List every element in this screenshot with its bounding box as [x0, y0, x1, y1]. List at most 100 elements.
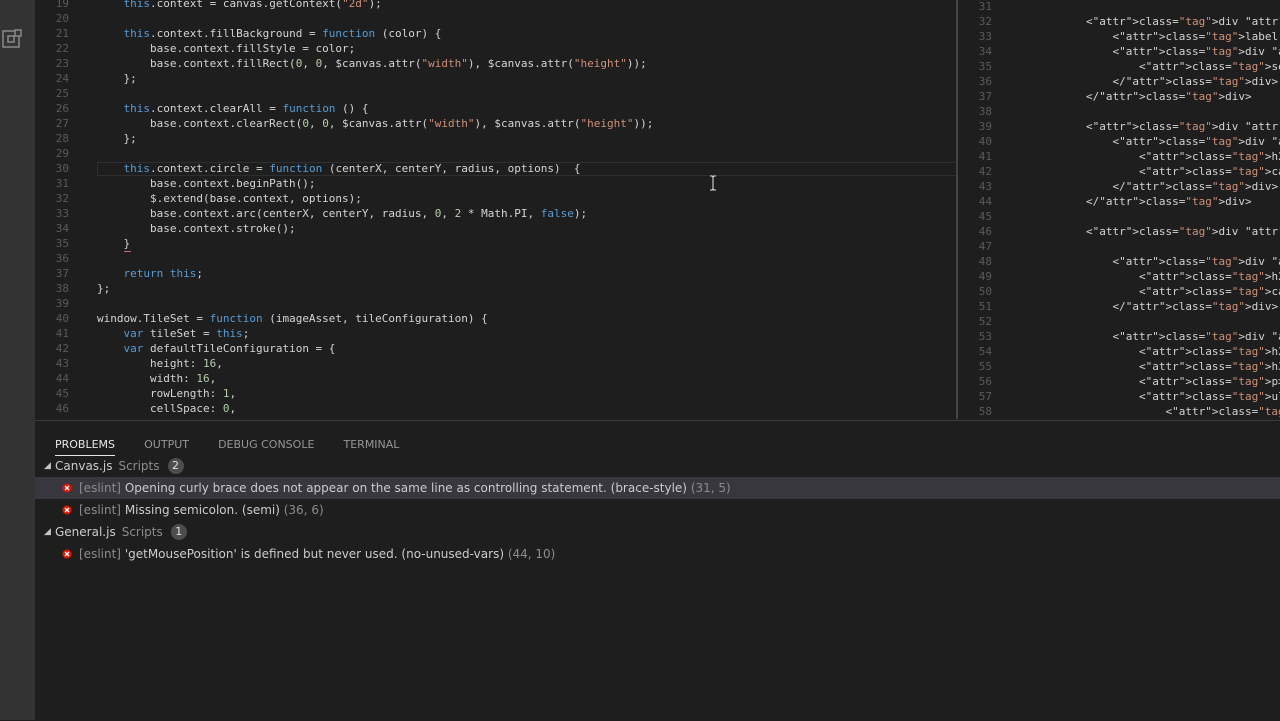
- tab-debug-console[interactable]: DEBUG CONSOLE: [218, 437, 314, 453]
- line-number: 54: [978, 345, 992, 358]
- code-line[interactable]: 29: [35, 146, 956, 161]
- line-number: 28: [55, 132, 69, 145]
- code-line[interactable]: 24 };: [35, 71, 956, 86]
- tab-problems[interactable]: PROBLEMS: [55, 437, 116, 456]
- line-number: 36: [55, 252, 69, 265]
- code-line[interactable]: 43 height: 16,: [35, 356, 956, 371]
- code-line[interactable]: 33 base.context.arc(centerX, centerY, ra…: [35, 206, 956, 221]
- code-text: <"attr">class="tag">div "attr">class="co…: [1033, 330, 1280, 343]
- code-line[interactable]: 40 <"attr">class="tag">div "attr">class=…: [958, 134, 1280, 149]
- line-number: 21: [55, 27, 69, 40]
- code-line[interactable]: 22 base.context.fillStyle = color;: [35, 41, 956, 56]
- code-line[interactable]: 20: [35, 11, 956, 26]
- code-line[interactable]: 27 base.context.clearRect(0, 0, $canvas.…: [35, 116, 956, 131]
- code-text: <"attr">class="tag">canvas "attr">id="ma…: [1033, 165, 1280, 178]
- code-line[interactable]: 54 <"attr">class="tag">h2>Toolkit</"attr…: [958, 344, 1280, 359]
- code-line[interactable]: 39: [35, 296, 956, 311]
- extensions-icon[interactable]: [1, 28, 23, 50]
- code-text: <"attr">class="tag">div "attr">class="co…: [1033, 255, 1280, 268]
- problem-location: (44, 10): [507, 547, 556, 561]
- problem-row[interactable]: [eslint] 'getMousePosition' is defined b…: [35, 543, 1280, 565]
- code-line[interactable]: 32 <"attr">class="tag">div "attr">class=…: [958, 14, 1280, 29]
- code-line[interactable]: 26 this.context.clearAll = function () {: [35, 101, 956, 116]
- code-line[interactable]: 34 <"attr">class="tag">div "attr">class=…: [958, 44, 1280, 59]
- editor-right-pane[interactable]: 3132 <"attr">class="tag">div "attr">clas…: [958, 0, 1280, 419]
- code-line[interactable]: 46 <"attr">class="tag">div "attr">class=…: [958, 224, 1280, 239]
- code-line[interactable]: 25: [35, 86, 956, 101]
- problem-row[interactable]: [eslint] Opening curly brace does not ap…: [35, 477, 1280, 499]
- code-line[interactable]: 21 this.context.fillBackground = functio…: [35, 26, 956, 41]
- code-line[interactable]: 52: [958, 314, 1280, 329]
- code-line[interactable]: 41 <"attr">class="tag">h2>Map</"attr">cl…: [958, 149, 1280, 164]
- code-line[interactable]: 44 </"attr">class="tag">div>: [958, 194, 1280, 209]
- collapse-twisty-icon[interactable]: ◢: [44, 455, 51, 477]
- tab-output[interactable]: OUTPUT: [144, 437, 189, 453]
- code-line[interactable]: 56 <"attr">class="tag">p>Current layer: …: [958, 374, 1280, 389]
- code-line[interactable]: 38: [958, 104, 1280, 119]
- code-text: <"attr">class="tag">h2>Pallet</"attr">cl…: [1033, 270, 1280, 283]
- code-line[interactable]: 31: [958, 0, 1280, 14]
- code-line[interactable]: 42 <"attr">class="tag">canvas "attr">id=…: [958, 164, 1280, 179]
- code-line[interactable]: 31 base.context.beginPath();: [35, 176, 956, 191]
- code-text: <"attr">class="tag">p>Current layer: <"a…: [1033, 375, 1280, 388]
- line-number: 27: [55, 117, 69, 130]
- code-line[interactable]: 33 <"attr">class="tag">label "attr">clas…: [958, 29, 1280, 44]
- line-number: 45: [978, 210, 992, 223]
- editor-left-pane[interactable]: 19 this.context = canvas.getContext("2d"…: [35, 0, 956, 419]
- line-number: 31: [978, 0, 992, 13]
- code-text: rowLength: 1,: [97, 387, 237, 400]
- code-line[interactable]: 48 <"attr">class="tag">div "attr">class=…: [958, 254, 1280, 269]
- code-line[interactable]: 37 return this;: [35, 266, 956, 281]
- group-file-name: General.js: [55, 525, 116, 539]
- code-line[interactable]: 28 };: [35, 131, 956, 146]
- code-text: };: [97, 132, 137, 145]
- code-text: window.TileSet = function (imageAsset, t…: [97, 312, 488, 325]
- code-text: var tileSet = this;: [123, 327, 250, 340]
- code-line[interactable]: 44 width: 16,: [35, 371, 956, 386]
- code-line[interactable]: 53 <"attr">class="tag">div "attr">class=…: [958, 329, 1280, 344]
- code-text: var defaultTileConfiguration = {: [123, 342, 336, 355]
- code-line[interactable]: 23 base.context.fillRect(0, 0, $canvas.a…: [35, 56, 956, 71]
- tab-terminal[interactable]: TERMINAL: [344, 437, 400, 453]
- code-line[interactable]: 58 <"attr">class="tag">li><"attr">class=…: [958, 404, 1280, 419]
- code-line[interactable]: 19 this.context = canvas.getContext("2d"…: [35, 0, 956, 11]
- code-line[interactable]: 45 rowLength: 1,: [35, 386, 956, 401]
- code-line[interactable]: 36: [35, 251, 956, 266]
- code-text: </"attr">class="tag">div>: [1033, 300, 1279, 313]
- code-line[interactable]: 38};: [35, 281, 956, 296]
- code-line[interactable]: 49 <"attr">class="tag">h2>Pallet</"attr"…: [958, 269, 1280, 284]
- code-line[interactable]: 41 var tileSet = this;: [35, 326, 956, 341]
- problem-row[interactable]: [eslint] Missing semicolon. (semi) (36, …: [35, 499, 1280, 521]
- code-line[interactable]: 32 $.extend(base.context, options);: [35, 191, 956, 206]
- code-line[interactable]: 47: [958, 239, 1280, 254]
- code-text: <"attr">class="tag">div "attr">class="ro…: [1033, 120, 1280, 133]
- code-line[interactable]: 57 <"attr">class="tag">ul "attr">id="lay…: [958, 389, 1280, 404]
- collapse-twisty-icon[interactable]: ◢: [44, 521, 51, 543]
- code-line[interactable]: 51 </"attr">class="tag">div>: [958, 299, 1280, 314]
- code-line[interactable]: 35 <"attr">class="tag">select "attr">id=…: [958, 59, 1280, 74]
- code-line[interactable]: 39 <"attr">class="tag">div "attr">class=…: [958, 119, 1280, 134]
- line-number: 55: [978, 360, 992, 373]
- problem-group-header[interactable]: ◢ General.js Scripts 1: [35, 521, 1280, 543]
- code-line[interactable]: 37 </"attr">class="tag">div>: [958, 89, 1280, 104]
- line-number: 57: [978, 390, 992, 403]
- problem-location: (31, 5): [690, 481, 731, 495]
- code-line[interactable]: 45: [958, 209, 1280, 224]
- code-line[interactable]: 50 <"attr">class="tag">canvas "attr">id=…: [958, 284, 1280, 299]
- line-number: 44: [55, 372, 69, 385]
- code-line[interactable]: 46 cellSpace: 0,: [35, 401, 956, 416]
- line-number: 31: [55, 177, 69, 190]
- line-number: 41: [978, 150, 992, 163]
- code-line[interactable]: 36 </"attr">class="tag">div>: [958, 74, 1280, 89]
- line-number: 32: [55, 192, 69, 205]
- code-line[interactable]: 43 </"attr">class="tag">div>: [958, 179, 1280, 194]
- code-line[interactable]: 30 this.context.circle = function (cente…: [35, 161, 956, 176]
- code-line[interactable]: 34 base.context.stroke();: [35, 221, 956, 236]
- code-line[interactable]: 42 var defaultTileConfiguration = {: [35, 341, 956, 356]
- code-line[interactable]: 40 window.TileSet = function (imageAsset,…: [35, 311, 956, 326]
- line-number: 34: [978, 45, 992, 58]
- problem-group-header[interactable]: ◢ Canvas.js Scripts 2: [35, 455, 1280, 477]
- code-line[interactable]: 55 <"attr">class="tag">h3>Layers</"attr"…: [958, 359, 1280, 374]
- error-icon: [62, 549, 72, 559]
- code-line[interactable]: 35 }: [35, 236, 956, 251]
